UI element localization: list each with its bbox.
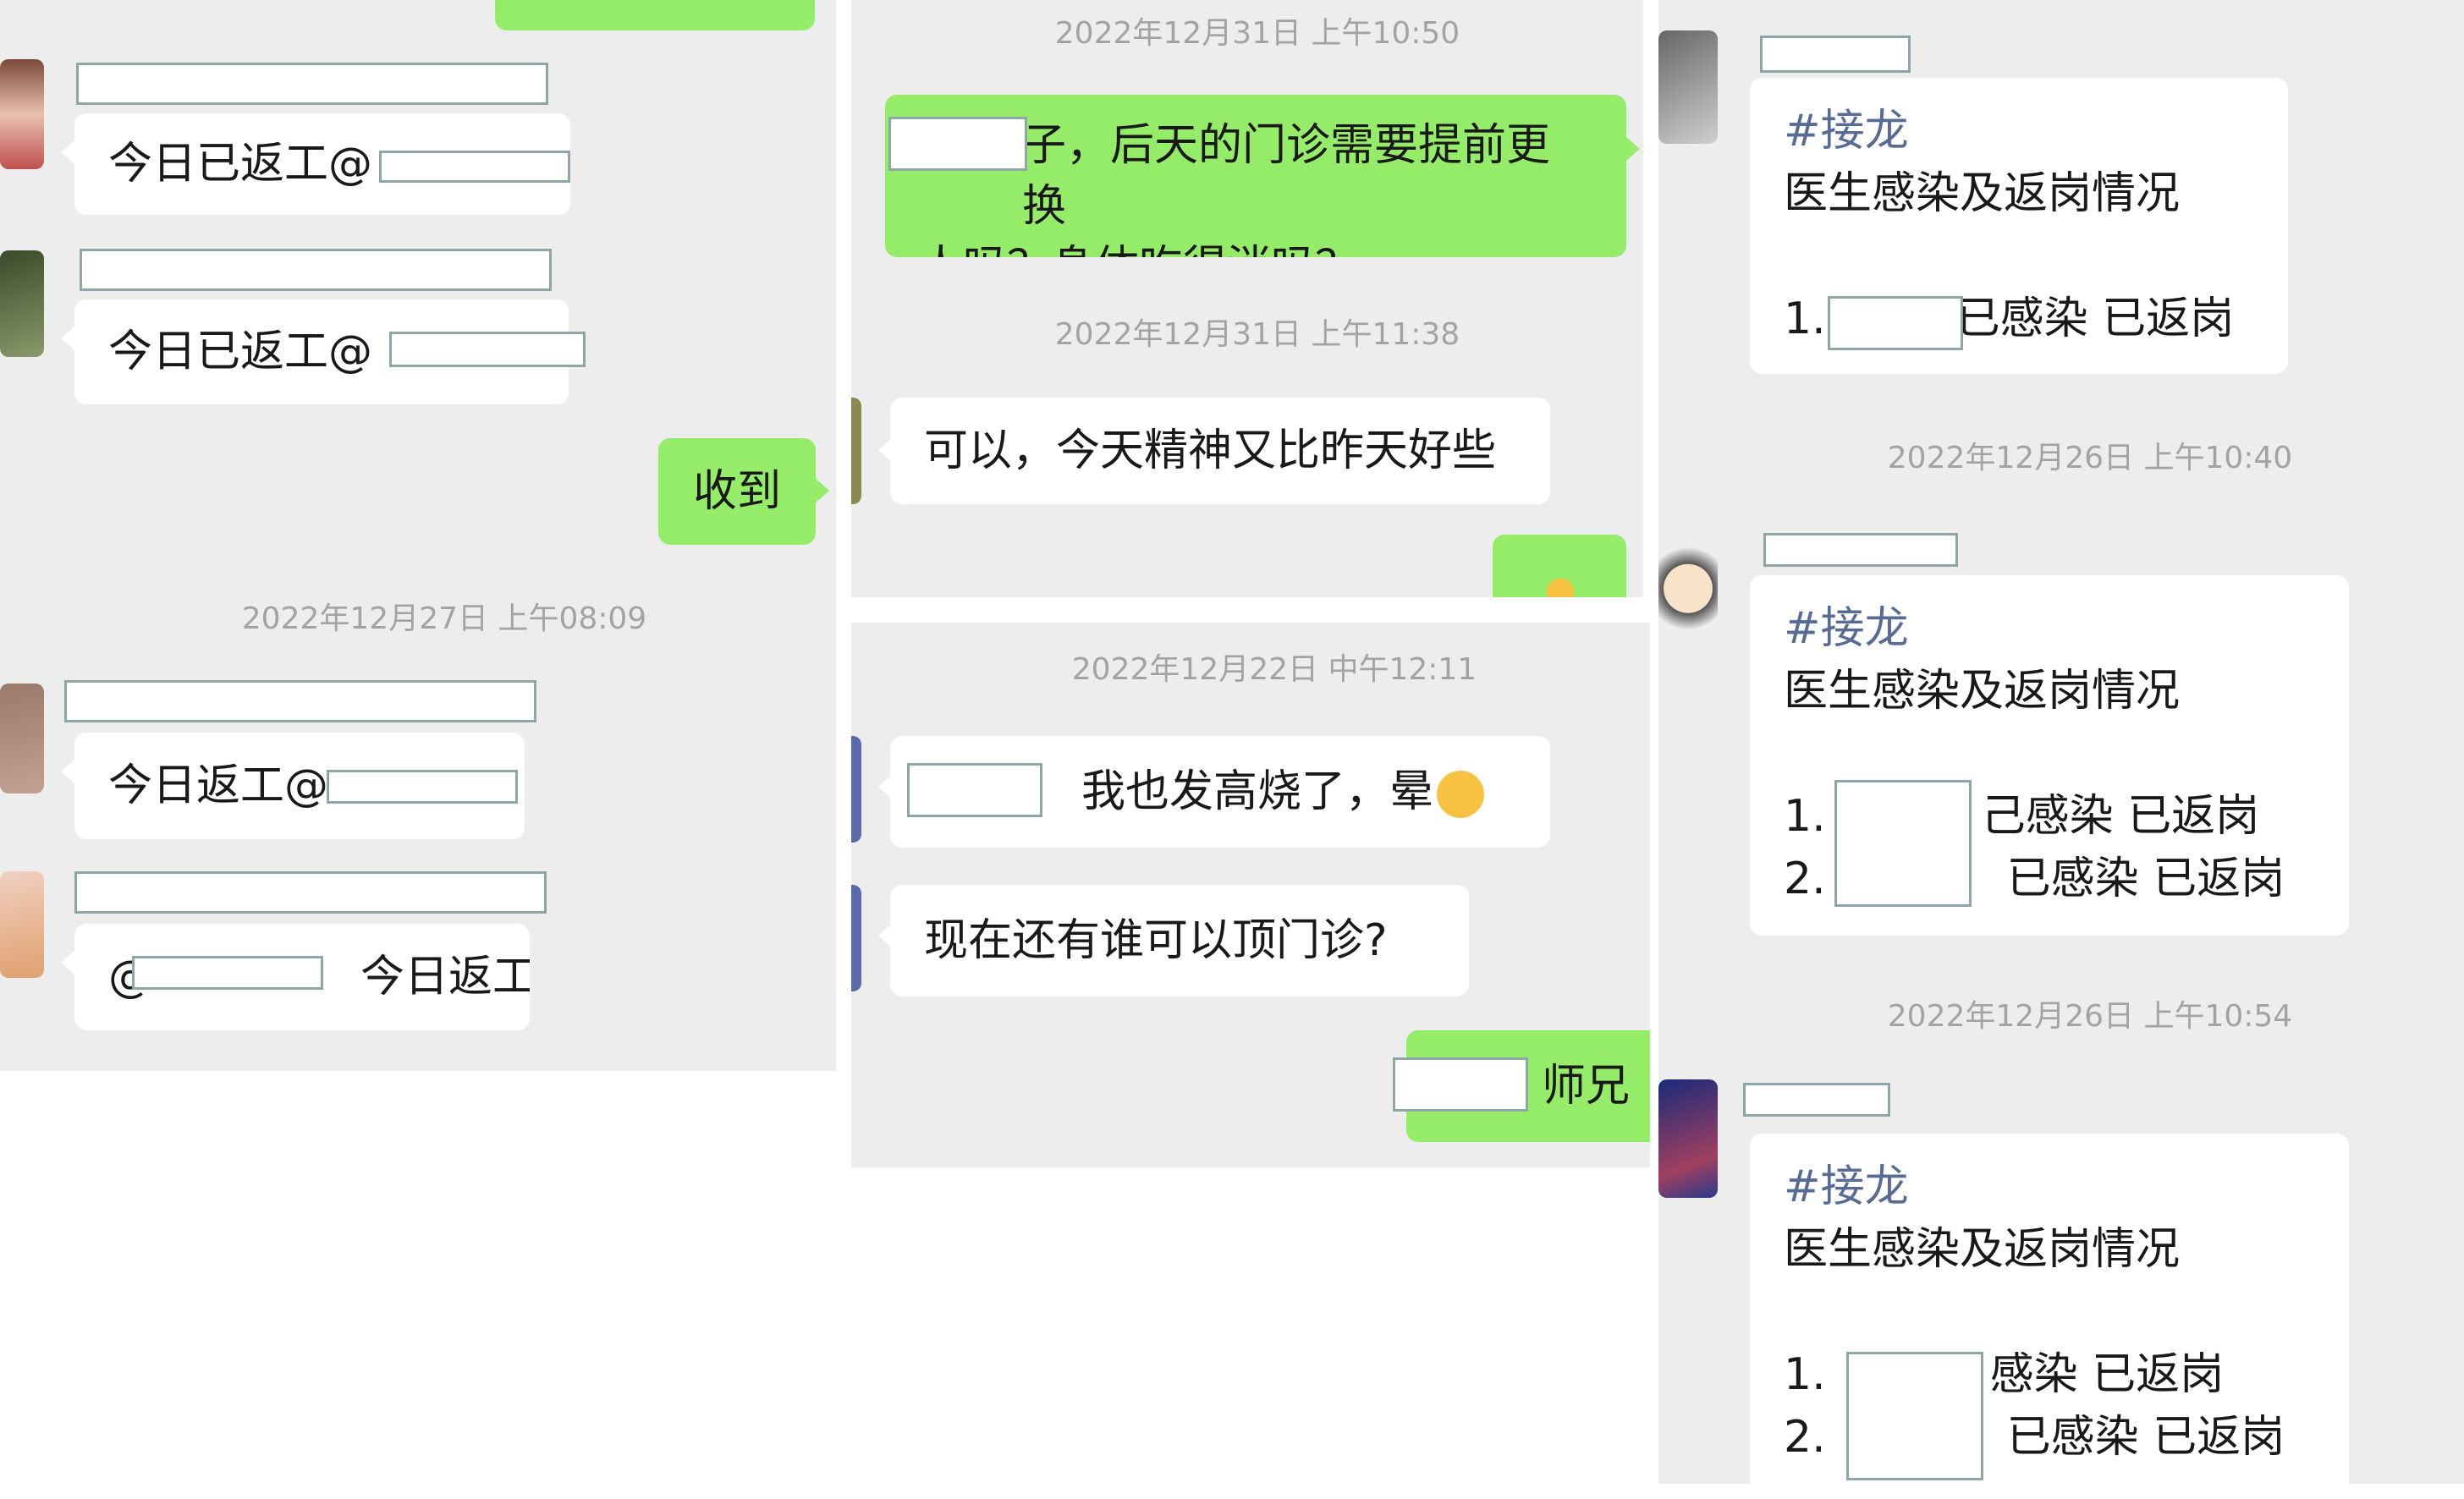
- bubble-tail: [61, 140, 74, 164]
- hashtag-label[interactable]: #接龙: [1784, 1156, 2315, 1218]
- sender-name-redacted: [907, 763, 1042, 817]
- sender-name-redacted: [1763, 533, 1958, 567]
- list-item-text: 已感染 已返岗: [2006, 854, 2285, 904]
- bubble-tail: [816, 479, 829, 502]
- user-avatar[interactable]: [0, 59, 44, 169]
- name-redacted: [1846, 1352, 1983, 1480]
- timestamp: 2022年12月31日 上午10:50: [1054, 16, 1460, 51]
- message-text: 可以，今天精神又比昨天好些: [924, 426, 1497, 476]
- card-title: 医生感染及返岗情况: [1784, 168, 2181, 219]
- hashtag-label[interactable]: #接龙: [1784, 100, 2254, 162]
- sender-name-redacted: [80, 249, 552, 291]
- timestamp: 2022年12月26日 上午10:54: [1887, 999, 2293, 1034]
- chat-panel-left: 今日已返工@ 今日已返工@ 收到 2022年12月27日 上午08:09 今日返…: [0, 0, 836, 1071]
- timestamp: 2022年12月27日 上午08:09: [241, 601, 647, 636]
- mention-redacted: [389, 332, 586, 367]
- message-bubble[interactable]: 可以，今天精神又比昨天好些: [890, 398, 1550, 504]
- user-avatar[interactable]: [1658, 526, 1718, 640]
- list-item-text: 感染 已返岗: [1989, 1349, 2225, 1400]
- list-item-number: 1.: [1784, 1349, 1826, 1400]
- message-text: 今日已返工@: [108, 139, 373, 189]
- card-title: 医生感染及返岗情况: [1784, 1224, 2181, 1275]
- list-item-text: 已感染 已返岗: [2006, 1412, 2285, 1463]
- user-avatar[interactable]: [851, 398, 861, 504]
- user-avatar[interactable]: [0, 250, 44, 357]
- message-text: 现在还有谁可以顶门诊?: [924, 915, 1388, 966]
- user-avatar[interactable]: [851, 736, 861, 843]
- bubble-tail: [61, 760, 74, 783]
- timestamp: 2022年12月31日 上午11:38: [1054, 317, 1460, 352]
- list-item-number: 1.: [1784, 294, 1826, 344]
- ok-hand-icon: [1372, 246, 1421, 257]
- chat-panel-middle-top: 2022年12月31日 上午10:50 子，后天的门诊需要提前更换 人吗？身体吃…: [851, 0, 1643, 597]
- message-bubble[interactable]: 现在还有谁可以顶门诊?: [890, 885, 1469, 997]
- message-bubble-sent[interactable]: 收到: [658, 438, 816, 545]
- bubble-tail: [1626, 137, 1640, 161]
- message-text: 今日返工: [360, 952, 530, 1002]
- sender-name-redacted: [76, 63, 548, 105]
- card-title: 医生感染及返岗情况: [1784, 666, 2181, 717]
- message-text: 今日返工@: [108, 760, 329, 811]
- list-item-number: 2.: [1784, 854, 1826, 904]
- user-avatar[interactable]: [851, 885, 861, 991]
- user-avatar[interactable]: [0, 684, 44, 793]
- mention-redacted: [1393, 1057, 1528, 1112]
- sender-name-redacted: [888, 117, 1027, 171]
- bubble-tail: [61, 327, 74, 350]
- list-item-number: 2.: [1784, 1412, 1826, 1463]
- mention-redacted: [379, 151, 570, 183]
- message-text: 师兄: [1541, 1061, 1630, 1112]
- timestamp: 2022年12月26日 上午10:40: [1887, 441, 2293, 475]
- sender-name-redacted: [74, 871, 547, 914]
- message-card[interactable]: #接龙 医生感染及返岗情况 1. 感染 已返岗 2. 已感染 已返岗: [1750, 1134, 2349, 1484]
- message-bubble-partial[interactable]: [495, 0, 815, 30]
- bubble-tail: [61, 951, 74, 975]
- message-text: 今日已返工@: [108, 327, 373, 377]
- name-redacted: [1828, 296, 1963, 350]
- crying-laughing-icon: [1437, 771, 1485, 818]
- mention-redacted: [327, 770, 518, 804]
- list-item-text: 己感染 已返岗: [1981, 791, 2260, 842]
- sender-name-redacted: [1760, 36, 1911, 73]
- message-text-line2: 人吗？身体吃得消吗？: [919, 242, 1359, 257]
- user-avatar[interactable]: [0, 871, 44, 978]
- chat-panel-middle-bottom: 2022年12月22日 中午12:11 我也发高烧了，晕 现在还有谁可以顶门诊?…: [851, 623, 1650, 1167]
- hashtag-label[interactable]: #接龙: [1784, 597, 2315, 660]
- chat-panel-right: #接龙 医生感染及返岗情况 1. 已感染 已返岗 2022年12月26日 上午10…: [1658, 0, 2464, 1484]
- name-redacted: [1834, 780, 1972, 907]
- list-item-number: 1.: [1784, 791, 1826, 842]
- mention-redacted: [132, 956, 323, 990]
- sender-name-redacted: [64, 680, 536, 722]
- user-avatar[interactable]: [1658, 1079, 1718, 1198]
- list-item-text: 已感染 已返岗: [1955, 294, 2235, 344]
- sender-name-redacted: [1743, 1083, 1890, 1117]
- timestamp: 2022年12月22日 中午12:11: [1071, 652, 1477, 687]
- user-avatar[interactable]: [1658, 30, 1718, 144]
- message-text: 收到: [692, 466, 781, 517]
- message-text: 我也发高烧了，晕: [1081, 766, 1434, 817]
